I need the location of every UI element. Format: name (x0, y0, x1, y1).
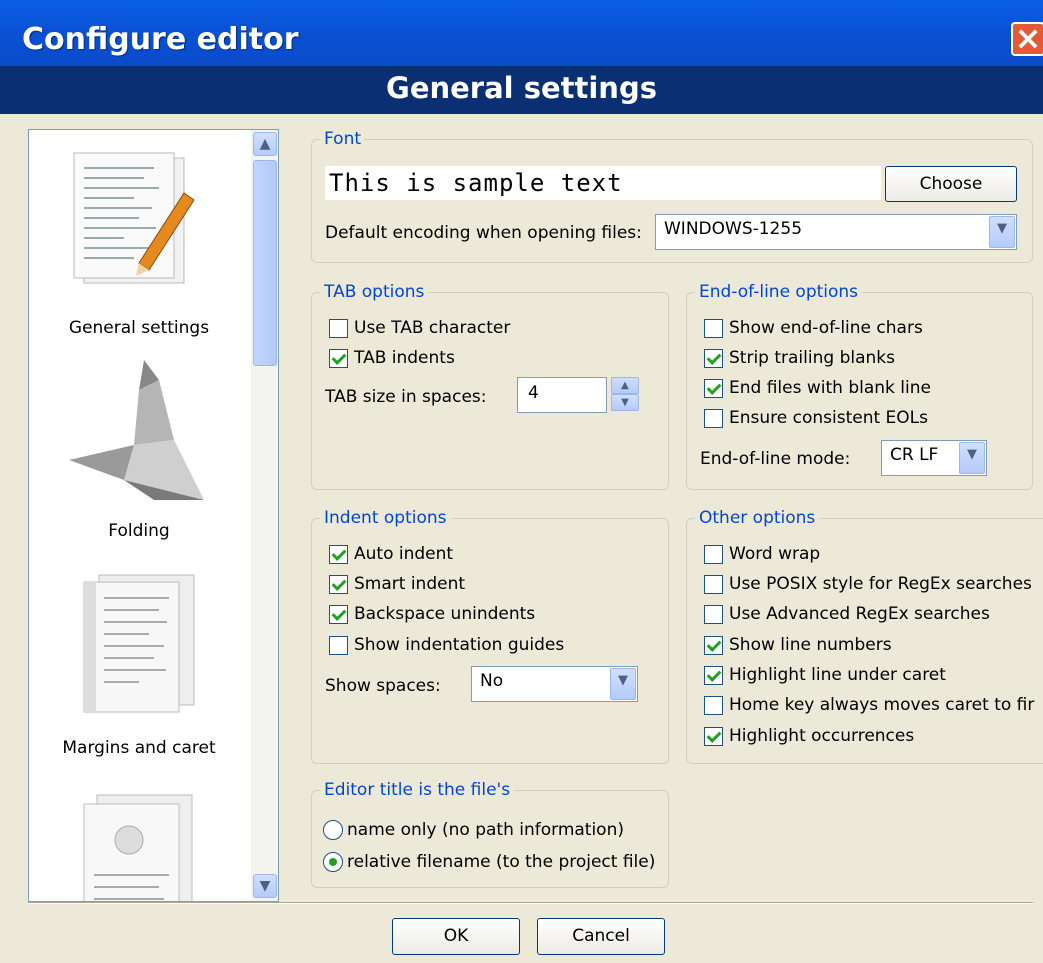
backspace-unindents-label: Backspace unindents (354, 604, 536, 624)
indent-guides-checkbox[interactable] (329, 636, 348, 655)
indent-guides-label: Show indentation guides (354, 635, 565, 655)
highlight-occurrences-checkbox[interactable] (704, 727, 723, 746)
show-spaces-value: No (480, 671, 504, 691)
end-blank-line-checkbox[interactable] (704, 379, 723, 398)
eol-options-legend: End-of-line options (695, 282, 863, 302)
use-tab-char-checkbox[interactable] (329, 319, 348, 338)
smart-indent-label: Smart indent (354, 574, 466, 594)
show-spaces-label: Show spaces: (325, 676, 441, 696)
consistent-eol-label: Ensure consistent EOLs (729, 408, 929, 428)
encoding-label: Default encoding when opening files: (325, 223, 642, 243)
smart-indent-checkbox[interactable] (329, 575, 348, 594)
highlight-line-label: Highlight line under caret (729, 665, 946, 685)
close-icon: × (1014, 19, 1042, 57)
spin-down-icon[interactable]: ▼ (611, 394, 639, 411)
sidebar-item-document[interactable] (29, 790, 249, 901)
tab-options-legend: TAB options (320, 282, 429, 302)
scroll-up-button[interactable]: ▲ (253, 132, 277, 156)
auto-indent-checkbox[interactable] (329, 545, 348, 564)
eol-mode-select[interactable]: CR LF ▼ (881, 440, 987, 476)
font-sample-text: This is sample text (325, 166, 881, 200)
sidebar-item-margins-caret[interactable]: Margins and caret (29, 570, 249, 765)
chevron-down-icon: ▼ (610, 668, 636, 700)
name-only-label: name only (no path information) (347, 820, 624, 840)
advanced-regex-label: Use Advanced RegEx searches (729, 604, 990, 624)
home-key-label: Home key always moves caret to fir (729, 695, 1035, 715)
document-icon (83, 794, 193, 901)
word-wrap-label: Word wrap (729, 544, 821, 564)
font-legend: Font (320, 129, 366, 149)
chevron-up-icon: ▲ (259, 136, 271, 152)
show-eol-label: Show end-of-line chars (729, 318, 923, 338)
spin-up-icon[interactable]: ▲ (611, 377, 639, 394)
window-title: Configure editor (22, 22, 299, 57)
general-settings-icon (73, 152, 195, 284)
advanced-regex-checkbox[interactable] (704, 605, 723, 624)
auto-indent-label: Auto indent (354, 544, 454, 564)
strip-trailing-checkbox[interactable] (704, 349, 723, 368)
end-blank-line-label: End files with blank line (729, 378, 931, 398)
category-list[interactable]: General settings Folding Margins and car… (28, 129, 279, 902)
choose-font-button[interactable]: Choose (885, 166, 1017, 202)
line-numbers-checkbox[interactable] (704, 636, 723, 655)
sidebar-item-general-settings[interactable]: General settings (29, 148, 249, 338)
word-wrap-checkbox[interactable] (704, 545, 723, 564)
tab-size-label: TAB size in spaces: (325, 387, 487, 407)
eol-mode-value: CR LF (890, 445, 939, 465)
tab-indents-label: TAB indents (354, 348, 455, 368)
show-spaces-select[interactable]: No ▼ (471, 666, 638, 702)
sidebar-item-label: Margins and caret (62, 738, 216, 758)
use-tab-char-label: Use TAB character (354, 318, 511, 338)
show-eol-checkbox[interactable] (704, 319, 723, 338)
line-numbers-label: Show line numbers (729, 635, 892, 655)
highlight-line-checkbox[interactable] (704, 666, 723, 685)
folding-icon (69, 360, 204, 500)
margins-caret-icon (83, 574, 195, 713)
encoding-value: WINDOWS-1255 (664, 219, 803, 239)
page-title: General settings (386, 71, 657, 105)
relative-filename-label: relative filename (to the project file) (347, 852, 656, 872)
strip-trailing-label: Strip trailing blanks (729, 348, 895, 368)
sidebar-scrollbar[interactable]: ▲ ▼ (251, 130, 278, 901)
configure-editor-dialog: Configure editor × General settings Gene… (0, 0, 1043, 963)
encoding-select[interactable]: WINDOWS-1255 ▼ (655, 214, 1017, 250)
other-options-legend: Other options (695, 508, 820, 528)
scrollbar-thumb[interactable] (253, 160, 277, 366)
chevron-down-icon: ▼ (259, 878, 271, 894)
eol-mode-label: End-of-line mode: (700, 449, 851, 469)
indent-options-legend: Indent options (320, 508, 451, 528)
sidebar-item-label: Folding (108, 521, 170, 541)
relative-filename-radio[interactable] (323, 852, 343, 872)
tab-size-input[interactable]: 4 (517, 377, 607, 413)
ok-button[interactable]: OK (392, 918, 520, 955)
posix-regex-checkbox[interactable] (704, 575, 723, 594)
consistent-eol-checkbox[interactable] (704, 409, 723, 428)
close-button[interactable]: × (1011, 22, 1043, 56)
backspace-unindents-checkbox[interactable] (329, 605, 348, 624)
tab-size-value: 4 (528, 383, 539, 403)
page-header: General settings (0, 66, 1043, 114)
footer-divider (28, 902, 1033, 904)
scroll-down-button[interactable]: ▼ (253, 874, 277, 898)
name-only-radio[interactable] (323, 820, 343, 840)
cancel-button[interactable]: Cancel (537, 918, 665, 955)
highlight-occurrences-label: Highlight occurrences (729, 726, 915, 746)
tab-size-stepper[interactable]: ▲ ▼ (611, 377, 639, 411)
title-options-legend: Editor title is the file's (320, 780, 515, 800)
sidebar-item-label: General settings (68, 318, 210, 338)
sidebar-item-folding[interactable]: Folding (29, 345, 249, 541)
chevron-down-icon: ▼ (959, 442, 985, 474)
tab-indents-checkbox[interactable] (329, 349, 348, 368)
posix-regex-label: Use POSIX style for RegEx searches (729, 574, 1032, 594)
home-key-checkbox[interactable] (704, 696, 723, 715)
chevron-down-icon: ▼ (989, 216, 1015, 248)
